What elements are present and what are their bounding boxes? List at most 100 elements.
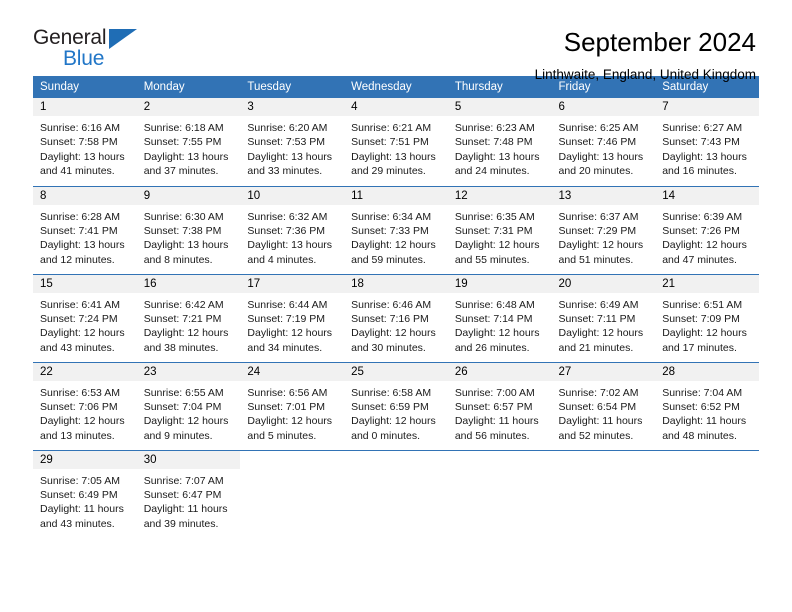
day-cell[interactable]: 26 Sunrise: 7:00 AM Sunset: 6:57 PM Dayligh… (447, 361, 552, 450)
day-cell[interactable]: 7 Sunrise: 6:27 AM Sunset: 7:43 PM Daylight… (655, 98, 759, 186)
daylight-text: Daylight: 12 hours and 34 minutes. (247, 327, 333, 354)
sunrise-text: Sunrise: 7:07 AM (143, 474, 224, 487)
day-number: 10 (240, 186, 345, 205)
daylight-text: Daylight: 13 hours and 24 minutes. (454, 150, 540, 178)
sunrise-text: Sunrise: 6:44 AM (247, 298, 328, 311)
sunrise-text: Sunrise: 6:42 AM (143, 298, 224, 311)
day-details: Sunrise: 7:02 AM Sunset: 6:54 PM Daylight:… (552, 381, 656, 444)
day-number: 30 (136, 450, 241, 469)
day-number (448, 451, 552, 469)
day-details: Sunrise: 6:30 AM Sunset: 7:38 PM Daylight:… (137, 205, 241, 268)
day-number: 14 (655, 186, 759, 205)
sunrise-text: Sunrise: 6:34 AM (351, 210, 432, 223)
day-cell[interactable]: 8 Sunrise: 6:28 AM Sunset: 7:41 PM Daylight… (33, 185, 137, 274)
day-cell[interactable]: 12 Sunrise: 6:35 AM Sunset: 7:31 PM Dayligh… (447, 185, 552, 274)
day-cell[interactable]: 9 Sunrise: 6:30 AM Sunset: 7:38 PM Daylight… (136, 185, 241, 274)
daylight-text: Daylight: 11 hours and 56 minutes. (454, 415, 539, 442)
daylight-text: Daylight: 13 hours and 4 minutes. (247, 239, 333, 266)
sunrise-text: Sunrise: 6:30 AM (143, 210, 224, 223)
daylight-text: Daylight: 12 hours and 30 minutes. (351, 327, 436, 354)
day-cell[interactable]: 28 Sunrise: 7:04 AM Sunset: 6:52 PM Dayligh… (655, 361, 759, 450)
day-number: 27 (551, 362, 656, 381)
sunset-text: Sunset: 6:59 PM (351, 400, 429, 413)
sunrise-text: Sunrise: 6:58 AM (351, 386, 432, 399)
day-details: Sunrise: 6:56 AM Sunset: 7:01 PM Daylight:… (240, 381, 344, 444)
day-number: 21 (655, 274, 759, 293)
day-number (655, 451, 759, 469)
sunset-text: Sunset: 7:04 PM (143, 400, 222, 413)
day-cell[interactable]: 18 Sunrise: 6:46 AM Sunset: 7:16 PM Dayligh… (344, 273, 448, 362)
day-cell[interactable]: 2 Sunrise: 6:18 AM Sunset: 7:55 PM Daylight… (136, 98, 241, 186)
day-number: 8 (33, 186, 137, 205)
sunrise-text: Sunrise: 6:35 AM (454, 210, 535, 223)
day-cell[interactable]: 25 Sunrise: 6:58 AM Sunset: 6:59 PM Dayligh… (344, 361, 448, 450)
sunset-text: Sunset: 7:24 PM (40, 312, 118, 325)
page-header: General Blue September 2024 Linthwaite, … (0, 0, 792, 82)
sunset-text: Sunset: 6:47 PM (143, 488, 222, 501)
sunrise-text: Sunrise: 6:46 AM (351, 298, 432, 311)
brand-name-blue: Blue (63, 47, 105, 70)
daylight-text: Daylight: 11 hours and 39 minutes. (143, 503, 228, 530)
day-details: Sunrise: 6:16 AM Sunset: 7:58 PM Daylight:… (33, 116, 137, 179)
day-number (552, 451, 656, 469)
day-cell[interactable]: 3 Sunrise: 6:20 AM Sunset: 7:53 PM Daylight… (240, 98, 345, 186)
day-cell[interactable]: 23 Sunrise: 6:55 AM Sunset: 7:04 PM Dayligh… (136, 361, 241, 450)
day-cell[interactable]: 13 Sunrise: 6:37 AM Sunset: 7:29 PM Dayligh… (551, 185, 656, 274)
day-details: Sunrise: 6:48 AM Sunset: 7:14 PM Daylight:… (448, 293, 552, 356)
title-block: September 2024 Linthwaite, England, Unit… (535, 26, 756, 82)
day-cell[interactable]: 10 Sunrise: 6:32 AM Sunset: 7:36 PM Dayligh… (240, 185, 345, 274)
daylight-text: Daylight: 12 hours and 55 minutes. (454, 239, 540, 266)
daylight-text: Daylight: 12 hours and 5 minutes. (247, 415, 333, 442)
sunset-text: Sunset: 7:38 PM (143, 224, 222, 237)
day-details: Sunrise: 6:27 AM Sunset: 7:43 PM Daylight:… (655, 116, 759, 179)
daylight-text: Daylight: 12 hours and 26 minutes. (454, 327, 540, 354)
day-cell-empty (655, 449, 759, 538)
day-cell[interactable]: 6 Sunrise: 6:25 AM Sunset: 7:46 PM Daylight… (551, 98, 656, 186)
sunset-text: Sunset: 7:43 PM (662, 136, 740, 149)
day-cell[interactable]: 30 Sunrise: 7:07 AM Sunset: 6:47 PM Dayligh… (136, 449, 241, 538)
sunset-text: Sunset: 7:11 PM (558, 312, 636, 325)
day-cell[interactable]: 1 Sunrise: 6:16 AM Sunset: 7:58 PM Daylight… (33, 98, 137, 186)
day-number: 22 (33, 362, 137, 381)
weekday-header-monday: Monday (136, 76, 241, 98)
day-cell-empty (240, 449, 345, 538)
sunrise-text: Sunrise: 6:23 AM (454, 122, 535, 134)
day-cell[interactable]: 27 Sunrise: 7:02 AM Sunset: 6:54 PM Dayligh… (551, 361, 656, 450)
sunrise-text: Sunrise: 6:28 AM (40, 210, 120, 223)
day-cell[interactable]: 15 Sunrise: 6:41 AM Sunset: 7:24 PM Dayligh… (33, 273, 137, 362)
day-cell[interactable]: 24 Sunrise: 6:56 AM Sunset: 7:01 PM Dayligh… (240, 361, 345, 450)
day-number: 13 (551, 186, 656, 205)
day-details: Sunrise: 6:55 AM Sunset: 7:04 PM Daylight:… (137, 381, 241, 444)
daylight-text: Daylight: 11 hours and 52 minutes. (558, 415, 643, 442)
day-number: 15 (33, 274, 137, 293)
day-number: 9 (136, 186, 241, 205)
sunset-text: Sunset: 7:58 PM (40, 136, 118, 149)
day-cell[interactable]: 29 Sunrise: 7:05 AM Sunset: 6:49 PM Dayligh… (33, 449, 137, 538)
daylight-text: Daylight: 12 hours and 43 minutes. (40, 327, 125, 354)
day-cell[interactable]: 22 Sunrise: 6:53 AM Sunset: 7:06 PM Dayligh… (33, 361, 137, 450)
daylight-text: Daylight: 13 hours and 41 minutes. (40, 150, 125, 178)
day-details: Sunrise: 6:37 AM Sunset: 7:29 PM Daylight:… (552, 205, 656, 268)
day-cell[interactable]: 17 Sunrise: 6:44 AM Sunset: 7:19 PM Dayligh… (240, 273, 345, 362)
sunset-text: Sunset: 7:29 PM (558, 224, 637, 237)
day-cell[interactable]: 16 Sunrise: 6:42 AM Sunset: 7:21 PM Dayligh… (136, 273, 241, 362)
sunset-text: Sunset: 7:53 PM (247, 136, 326, 149)
day-cell[interactable]: 5 Sunrise: 6:23 AM Sunset: 7:48 PM Daylight… (447, 98, 552, 186)
day-number: 18 (344, 274, 448, 293)
day-cell[interactable]: 19 Sunrise: 6:48 AM Sunset: 7:14 PM Dayligh… (447, 273, 552, 362)
day-cell[interactable]: 11 Sunrise: 6:34 AM Sunset: 7:33 PM Dayligh… (344, 185, 448, 274)
day-number (240, 451, 344, 469)
day-cell[interactable]: 4 Sunrise: 6:21 AM Sunset: 7:51 PM Daylight… (344, 98, 448, 186)
day-cell[interactable]: 14 Sunrise: 6:39 AM Sunset: 7:26 PM Dayligh… (655, 185, 759, 274)
day-details: Sunrise: 6:42 AM Sunset: 7:21 PM Daylight:… (137, 293, 241, 356)
sunset-text: Sunset: 7:48 PM (454, 136, 533, 149)
day-details: Sunrise: 7:00 AM Sunset: 6:57 PM Daylight:… (448, 381, 552, 444)
sunset-text: Sunset: 7:01 PM (247, 400, 326, 413)
day-number: 25 (344, 362, 448, 381)
day-cell[interactable]: 21 Sunrise: 6:51 AM Sunset: 7:09 PM Dayligh… (655, 273, 759, 362)
weekday-header-wednesday: Wednesday (344, 76, 448, 98)
day-details: Sunrise: 6:51 AM Sunset: 7:09 PM Daylight:… (655, 293, 759, 356)
day-cell[interactable]: 20 Sunrise: 6:49 AM Sunset: 7:11 PM Dayligh… (551, 273, 656, 362)
calendar-week-row: 15 Sunrise: 6:41 AM Sunset: 7:24 PM Dayligh… (33, 273, 759, 362)
calendar-page: General Blue September 2024 Linthwaite, … (0, 0, 792, 612)
